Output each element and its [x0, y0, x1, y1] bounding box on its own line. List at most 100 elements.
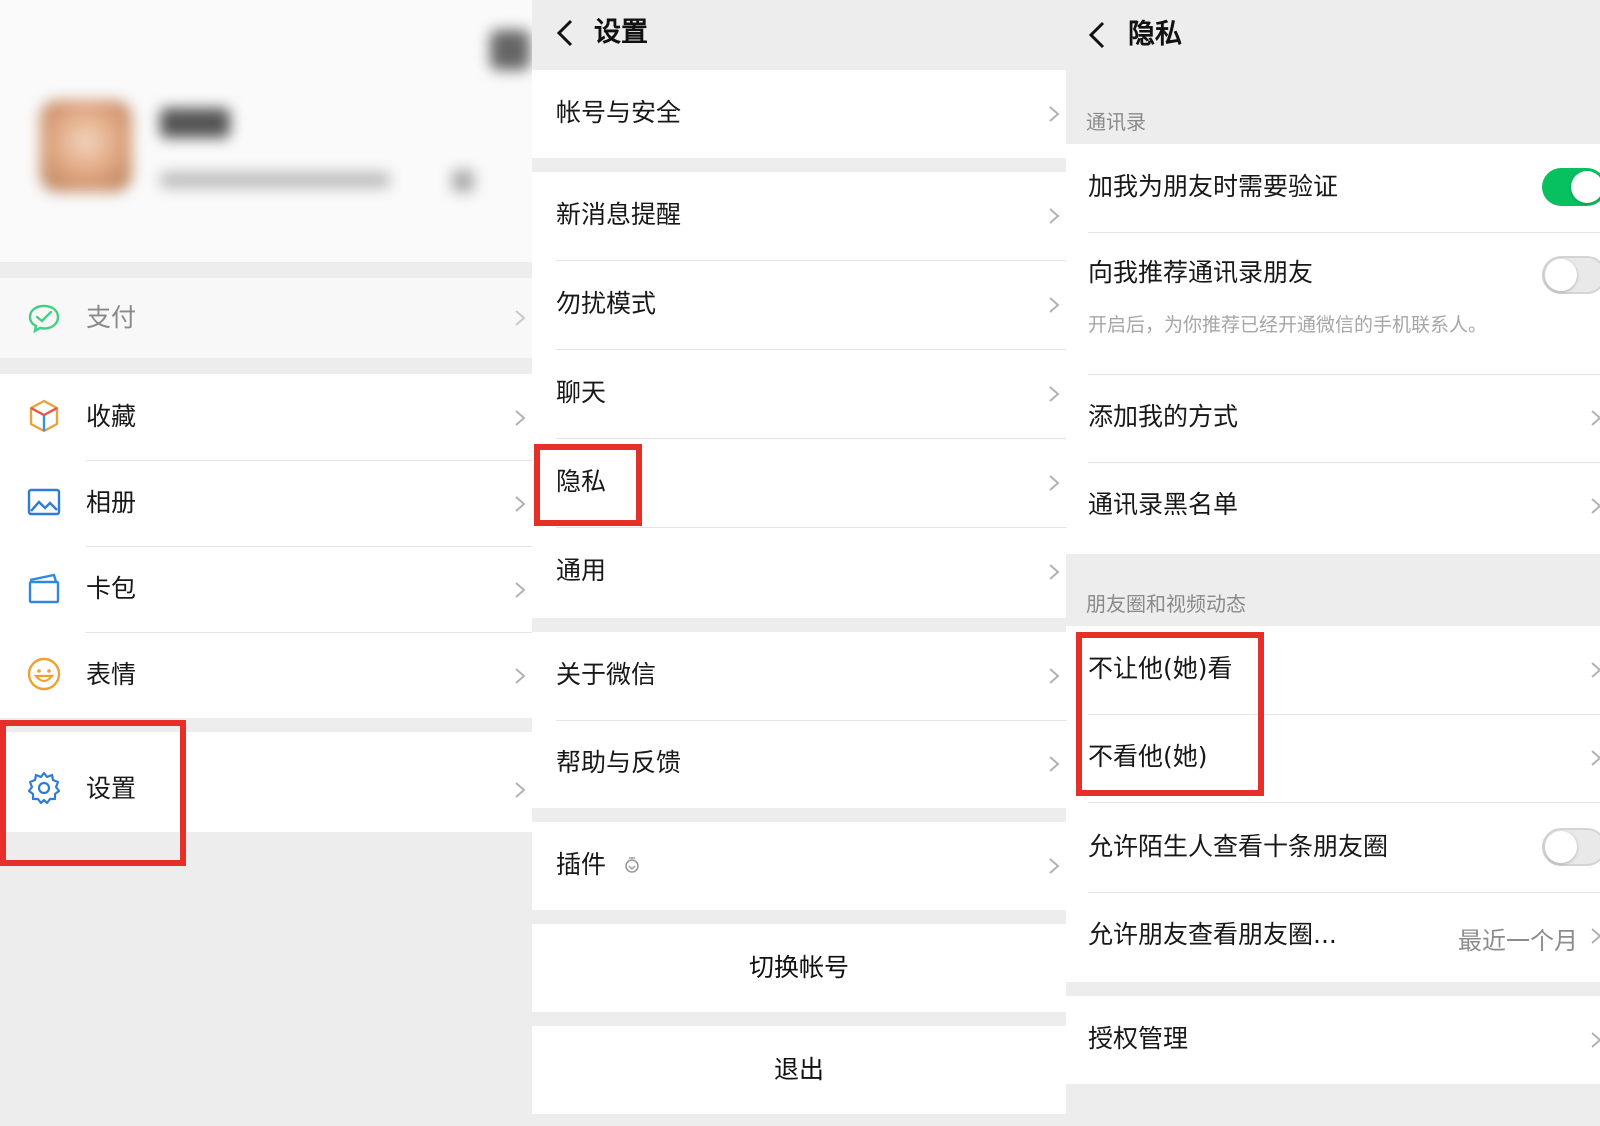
settings-panel: 设置 帐号与安全 新消息提醒 勿扰模式 聊天 隐私 通用 关于微信 帮助与反馈 … — [532, 0, 1066, 1126]
switch-account-button[interactable]: 切换帐号 — [532, 924, 1066, 1012]
menu-row-favorites[interactable]: 收藏 — [0, 374, 532, 462]
chevron-right-icon — [1588, 498, 1600, 514]
settings-item-notifications[interactable]: 新消息提醒 — [532, 172, 1066, 260]
toggle-knob — [1545, 831, 1577, 863]
chevron-right-icon — [1588, 750, 1600, 766]
profile-card[interactable] — [0, 0, 532, 262]
visible-range-value: 最近一个月 — [1458, 927, 1578, 955]
privacy-label-stranger-ten-posts: 允许陌生人查看十条朋友圈 — [1088, 832, 1389, 861]
settings-group-about: 关于微信 帮助与反馈 — [532, 632, 1066, 808]
section-header-contacts: 通讯录 — [1086, 110, 1146, 134]
settings-label-account: 帐号与安全 — [556, 98, 682, 127]
chevron-right-icon — [512, 410, 528, 426]
menu-row-album[interactable]: 相册 — [0, 460, 532, 548]
privacy-label-blacklist: 通讯录黑名单 — [1088, 490, 1239, 519]
chevron-right-icon — [1046, 297, 1062, 313]
privacy-item-authorization[interactable]: 授权管理 — [1066, 996, 1600, 1084]
stranger-posts-toggle[interactable] — [1542, 828, 1600, 866]
highlight-box-settings — [0, 720, 186, 866]
settings-label-chat: 聊天 — [556, 378, 607, 407]
camera-icon[interactable] — [490, 30, 530, 70]
section-header-moments: 朋友圈和视频动态 — [1086, 592, 1246, 616]
settings-header: 设置 — [532, 0, 1066, 68]
privacy-label-visible-range: 允许朋友查看朋友圈... — [1088, 920, 1337, 949]
settings-item-chat[interactable]: 聊天 — [532, 350, 1066, 438]
privacy-panel: 隐私 通讯录 加我为朋友时需要验证 向我推荐通讯录朋友 开启后，为你推荐已经开通… — [1066, 0, 1600, 1126]
privacy-header: 隐私 — [1066, 0, 1600, 72]
privacy-item-blacklist[interactable]: 通讯录黑名单 — [1066, 462, 1600, 550]
album-picture-icon — [26, 484, 62, 520]
chevron-right-icon — [512, 782, 528, 798]
wechat-pay-icon — [26, 300, 62, 336]
menu-row-cards[interactable]: 卡包 — [0, 546, 532, 634]
menu-label-pay: 支付 — [86, 303, 137, 332]
menu-label-cards: 卡包 — [86, 574, 137, 603]
recommend-toggle[interactable] — [1542, 256, 1600, 294]
settings-label-dnd: 勿扰模式 — [556, 289, 657, 318]
settings-item-plugins[interactable]: 插件 — [532, 822, 1066, 910]
settings-item-general[interactable]: 通用 — [532, 528, 1066, 616]
menu-label-favorites: 收藏 — [86, 402, 137, 431]
back-arrow-icon[interactable] — [1086, 20, 1108, 50]
back-arrow-icon[interactable] — [554, 18, 576, 48]
menu-group: 收藏 相册 卡包 表情 — [0, 374, 532, 718]
sticker-smiley-icon — [26, 656, 62, 692]
logout-button[interactable]: 退出 — [532, 1026, 1066, 1114]
privacy-label-verify: 加我为朋友时需要验证 — [1088, 172, 1339, 201]
settings-label-about: 关于微信 — [556, 660, 657, 689]
chevron-right-icon — [512, 496, 528, 512]
chevron-right-icon — [512, 668, 528, 684]
toggle-knob — [1545, 259, 1577, 291]
menu-label-stickers: 表情 — [86, 660, 137, 689]
divider — [1088, 802, 1600, 803]
chevron-right-icon — [1588, 928, 1600, 944]
settings-label-plugins: 插件 — [556, 850, 607, 879]
chevron-right-icon — [1046, 106, 1062, 122]
highlight-box-moments — [1076, 632, 1264, 796]
chevron-right-icon — [1046, 756, 1062, 772]
me-panel: 支付 收藏 相册 卡包 表情 设置 — [0, 0, 532, 1126]
settings-label-notifications: 新消息提醒 — [556, 200, 682, 229]
chevron-right-icon — [1046, 386, 1062, 402]
profile-id-blurred — [160, 172, 390, 188]
privacy-item-add-methods[interactable]: 添加我的方式 — [1066, 374, 1600, 462]
avatar[interactable] — [40, 100, 132, 192]
switch-account-label: 切换帐号 — [748, 953, 849, 982]
chevron-right-icon — [512, 582, 528, 598]
profile-name-blurred — [160, 108, 230, 138]
settings-label-general: 通用 — [556, 556, 607, 585]
privacy-item-verify[interactable]: 加我为朋友时需要验证 — [1066, 144, 1600, 232]
logout-label: 退出 — [773, 1055, 824, 1084]
menu-label-album: 相册 — [86, 488, 137, 517]
chevron-right-icon — [1588, 410, 1600, 426]
chevron-right-icon — [1046, 858, 1062, 874]
settings-item-dnd[interactable]: 勿扰模式 — [532, 261, 1066, 349]
settings-item-account[interactable]: 帐号与安全 — [532, 70, 1066, 158]
page-title: 隐私 — [1128, 19, 1182, 50]
contacts-group: 加我为朋友时需要验证 向我推荐通讯录朋友 开启后，为你推荐已经开通微信的手机联系… — [1066, 144, 1600, 554]
chevron-right-icon — [512, 310, 528, 326]
page-title: 设置 — [594, 17, 648, 48]
chevron-right-icon — [1588, 1032, 1600, 1048]
card-wallet-icon — [26, 570, 62, 606]
toggle-knob — [1571, 171, 1600, 203]
settings-item-help[interactable]: 帮助与反馈 — [532, 720, 1066, 808]
plugin-bulb-icon — [622, 856, 642, 876]
privacy-item-recommend[interactable]: 向我推荐通讯录朋友 开启后，为你推荐已经开通微信的手机联系人。 — [1066, 232, 1600, 374]
privacy-label-add-methods: 添加我的方式 — [1088, 402, 1239, 431]
privacy-label-authorization: 授权管理 — [1088, 1024, 1189, 1053]
highlight-box-privacy — [534, 444, 642, 526]
settings-item-about[interactable]: 关于微信 — [532, 632, 1066, 720]
favorites-cube-icon — [26, 398, 62, 434]
chevron-right-icon — [1588, 662, 1600, 678]
settings-group: 新消息提醒 勿扰模式 聊天 隐私 通用 — [532, 172, 1066, 618]
chevron-right-icon — [1046, 564, 1062, 580]
privacy-item-stranger-ten-posts[interactable]: 允许陌生人查看十条朋友圈 — [1066, 804, 1600, 892]
qr-code-icon[interactable] — [452, 170, 474, 192]
pay-row[interactable]: 支付 — [0, 278, 532, 358]
chevron-right-icon — [1046, 475, 1062, 491]
settings-label-help: 帮助与反馈 — [556, 748, 682, 777]
verify-toggle[interactable] — [1542, 168, 1600, 206]
menu-row-stickers[interactable]: 表情 — [0, 632, 532, 720]
privacy-item-visible-range[interactable]: 允许朋友查看朋友圈... 最近一个月 — [1066, 892, 1600, 980]
